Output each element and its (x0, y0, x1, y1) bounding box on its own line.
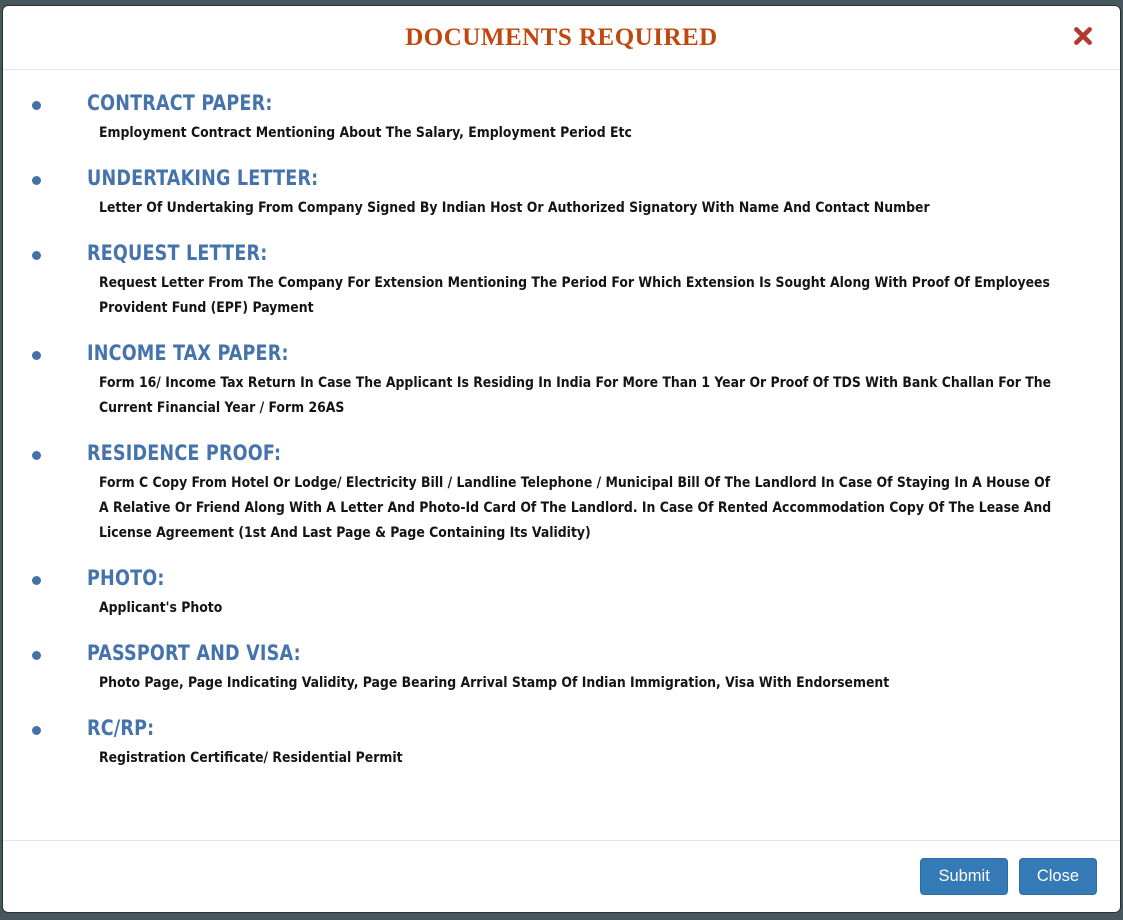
document-description: Letter Of Undertaking From Company Signe… (99, 200, 930, 217)
list-item: INCOME TAX PAPER: Form 16/ Income Tax Re… (23, 342, 1100, 421)
submit-button[interactable]: Submit (920, 857, 1008, 896)
close-button[interactable]: Close (1018, 857, 1097, 896)
document-heading: PHOTO: (87, 566, 165, 591)
bullet-icon (32, 726, 41, 736)
document-heading: UNDERTAKING LETTER: (87, 166, 319, 191)
bullet-icon (32, 176, 41, 186)
document-heading: INCOME TAX PAPER: (87, 341, 289, 366)
bullet-icon (32, 251, 41, 261)
list-item: UNDERTAKING LETTER: Letter Of Undertakin… (23, 167, 1100, 221)
document-description: Form 16/ Income Tax Return In Case The A… (99, 375, 1052, 417)
list-item: PHOTO: Applicant's Photo (23, 567, 1100, 621)
list-item: RESIDENCE PROOF: Form C Copy From Hotel … (23, 442, 1100, 546)
bullet-icon (32, 101, 41, 110)
document-description: Photo Page, Page Indicating Validity, Pa… (99, 675, 890, 692)
document-description: Applicant's Photo (99, 600, 223, 617)
bullet-icon (32, 576, 41, 586)
list-item: REQUEST LETTER: Request Letter From The … (23, 242, 1100, 321)
list-item: PASSPORT AND VISA: Photo Page, Page Indi… (23, 642, 1100, 696)
bullet-icon (32, 651, 41, 661)
document-heading: PASSPORT AND VISA: (87, 641, 301, 666)
document-heading: RC/RP: (87, 716, 155, 741)
modal-footer: Submit Close (3, 840, 1120, 912)
document-description: Form C Copy From Hotel Or Lodge/ Electri… (99, 475, 1052, 542)
documents-required-modal: DOCUMENTS REQUIRED CONTRACT PAPER: Emplo… (2, 5, 1121, 913)
document-description: Request Letter From The Company For Exte… (99, 275, 1050, 317)
documents-list: CONTRACT PAPER: Employment Contract Ment… (23, 92, 1100, 771)
bullet-icon (32, 451, 41, 461)
page-title: DOCUMENTS REQUIRED (405, 23, 718, 51)
document-heading: REQUEST LETTER: (87, 241, 268, 266)
document-description: Employment Contract Mentioning About The… (99, 125, 632, 142)
close-icon[interactable] (1069, 22, 1097, 50)
modal-header: DOCUMENTS REQUIRED (3, 6, 1120, 70)
list-item: CONTRACT PAPER: Employment Contract Ment… (23, 92, 1100, 146)
document-heading: RESIDENCE PROOF: (87, 441, 282, 466)
document-heading: CONTRACT PAPER: (87, 91, 273, 115)
bullet-icon (32, 351, 41, 361)
list-item: RC/RP: Registration Certificate/ Residen… (23, 717, 1100, 771)
document-description: Registration Certificate/ Residential Pe… (99, 750, 403, 767)
modal-body: CONTRACT PAPER: Employment Contract Ment… (3, 70, 1120, 840)
